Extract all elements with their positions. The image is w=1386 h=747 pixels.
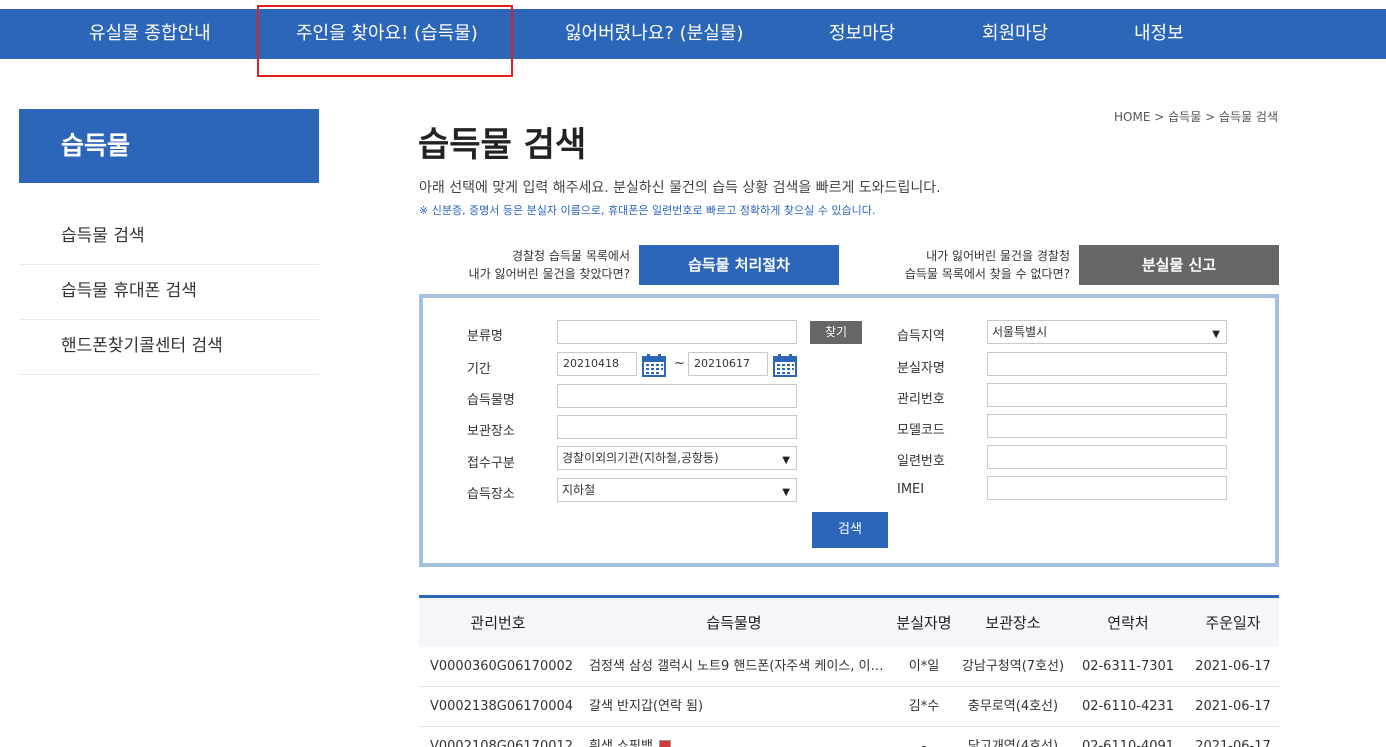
nav-item-lost-items[interactable]: 잃어버렸나요? (분실물) bbox=[565, 9, 743, 59]
find-category-button[interactable]: 찾기 bbox=[810, 321, 862, 344]
guide-left-line1: 경찰청 습득물 목록에서 bbox=[511, 249, 630, 263]
sidebar-menu: 습득물 검색 습득물 휴대폰 검색 핸드폰찾기콜센터 검색 bbox=[19, 210, 319, 375]
row-item-name[interactable]: 흰색 쇼핑백 bbox=[589, 739, 653, 747]
sidebar-title: 습득물 bbox=[19, 109, 319, 183]
row-id: V0000360G06170002 bbox=[430, 659, 574, 674]
calendar-icon[interactable] bbox=[642, 353, 666, 377]
row-storage: 강남구청역(7호선) bbox=[961, 659, 1065, 674]
receipt-type-select[interactable]: 경찰이외의기관(지하철,공항등) ▼ bbox=[557, 446, 797, 470]
loser-name-input[interactable] bbox=[987, 352, 1227, 376]
search-form: 분류명 찾기 기간 20210418 ~ 20210617 습득물명 보관장소 … bbox=[419, 294, 1279, 567]
column-header-id: 관리번호 bbox=[470, 614, 526, 632]
date-separator: ~ bbox=[674, 356, 685, 371]
imei-input[interactable] bbox=[987, 476, 1227, 500]
category-input[interactable] bbox=[557, 320, 797, 344]
region-select[interactable]: 서울특별시 ▼ bbox=[987, 320, 1227, 344]
period-label: 기간 bbox=[467, 362, 491, 377]
column-header-owner: 분실자명 bbox=[896, 614, 952, 632]
column-header-name: 습득물명 bbox=[706, 614, 762, 632]
breadcrumb-level1[interactable]: 습득물 bbox=[1168, 108, 1201, 125]
breadcrumb-level2: 습득물 검색 bbox=[1218, 110, 1278, 124]
nav-item-overview[interactable]: 유실물 종합안내 bbox=[89, 9, 211, 59]
row-item-name[interactable]: 검정색 삼성 갤럭시 노트9 핸드폰(자주색 케이스, 이어폰 포함) bbox=[579, 647, 889, 687]
photo-icon bbox=[658, 740, 671, 747]
column-header-date: 주운일자 bbox=[1205, 614, 1261, 632]
page-description: 아래 선택에 맞게 입력 해주세요. 분실하신 물건의 습득 상황 검색을 빠르… bbox=[419, 180, 941, 196]
model-code-label: 모델코드 bbox=[897, 423, 945, 438]
management-number-input[interactable] bbox=[987, 383, 1227, 407]
process-procedure-button[interactable]: 습득물 처리절차 bbox=[639, 245, 839, 285]
breadcrumb-separator: > bbox=[1154, 110, 1165, 124]
found-place-select[interactable]: 지하철 ▼ bbox=[557, 478, 797, 502]
table-row[interactable]: V0000360G06170002 검정색 삼성 갤럭시 노트9 핸드폰(자주색… bbox=[419, 647, 1279, 687]
breadcrumb: HOME > 습득물 > 습득물 검색 bbox=[1114, 108, 1278, 125]
table-row[interactable]: V0002138G06170004 갈색 반지갑(연락 됨) 김*수 충무로역(… bbox=[419, 687, 1279, 727]
row-phone: 02-6311-7301 bbox=[1081, 659, 1175, 674]
row-phone: 02-6110-4231 bbox=[1081, 699, 1175, 714]
row-item-name-cell[interactable]: 흰색 쇼핑백 bbox=[579, 727, 889, 747]
sidebar-item-callcenter-search[interactable]: 핸드폰찾기콜센터 검색 bbox=[19, 320, 319, 375]
search-button[interactable]: 검색 bbox=[812, 512, 888, 548]
breadcrumb-home[interactable]: HOME bbox=[1114, 110, 1150, 124]
chevron-down-icon: ▼ bbox=[782, 455, 790, 466]
nav-item-my-info[interactable]: 내정보 bbox=[1134, 9, 1184, 59]
results-table: 관리번호 습득물명 분실자명 보관장소 연락처 주운일자 V0000360G06… bbox=[419, 595, 1279, 747]
loser-name-label: 분실자명 bbox=[897, 361, 945, 376]
row-storage: 충무로역(4호선) bbox=[967, 699, 1059, 714]
row-id: V0002108G06170012 bbox=[430, 739, 574, 747]
row-phone: 02-6110-4091 bbox=[1081, 739, 1175, 747]
guide-right-line1: 내가 잃어버린 물건을 경찰청 bbox=[926, 249, 1070, 263]
chevron-down-icon: ▼ bbox=[1212, 329, 1220, 340]
guide-text-right: 내가 잃어버린 물건을 경찰청 습득물 목록에서 찾을 수 없다면? bbox=[860, 247, 1070, 283]
category-label: 분류명 bbox=[467, 329, 503, 344]
nav-item-found-items[interactable]: 주인을 찾아요! (습득물) bbox=[296, 9, 478, 59]
region-label: 습득지역 bbox=[897, 329, 945, 344]
model-code-input[interactable] bbox=[987, 414, 1227, 438]
storage-input[interactable] bbox=[557, 415, 797, 439]
receipt-type-label: 접수구분 bbox=[467, 456, 515, 471]
column-header-storage: 보관장소 bbox=[985, 614, 1041, 632]
guide-right-line2: 습득물 목록에서 찾을 수 없다면? bbox=[904, 267, 1070, 281]
nav-item-info[interactable]: 정보마당 bbox=[829, 9, 895, 59]
page-note: ※ 신분증, 증명서 등은 분실자 이름으로, 휴대폰은 일련번호로 빠르고 정… bbox=[419, 204, 876, 217]
page-title: 습득물 검색 bbox=[418, 125, 587, 165]
calendar-icon[interactable] bbox=[773, 353, 797, 377]
row-item-name[interactable]: 갈색 반지갑(연락 됨) bbox=[579, 687, 889, 727]
region-value: 서울특별시 bbox=[992, 325, 1048, 339]
found-place-label: 습득장소 bbox=[467, 487, 515, 502]
date-from-input[interactable]: 20210418 bbox=[557, 352, 637, 376]
sidebar-item-phone-search[interactable]: 습득물 휴대폰 검색 bbox=[19, 265, 319, 320]
row-owner: 김*수 bbox=[908, 699, 940, 714]
chevron-down-icon: ▼ bbox=[782, 487, 790, 498]
storage-label: 보관장소 bbox=[467, 424, 515, 439]
serial-number-input[interactable] bbox=[987, 445, 1227, 469]
guide-text-left: 경찰청 습득물 목록에서 내가 잃어버린 물건을 찾았다면? bbox=[420, 247, 630, 283]
receipt-type-value: 경찰이외의기관(지하철,공항등) bbox=[562, 451, 719, 465]
top-navigation: 유실물 종합안내 주인을 찾아요! (습득물) 잃어버렸나요? (분실물) 정보… bbox=[0, 5, 1386, 77]
row-date: 2021-06-17 bbox=[1195, 739, 1271, 747]
row-owner: - bbox=[921, 739, 927, 747]
nav-item-members[interactable]: 회원마당 bbox=[982, 9, 1048, 59]
row-storage: 당고개역(4호선) bbox=[967, 739, 1059, 747]
management-number-label: 관리번호 bbox=[897, 392, 945, 407]
sidebar-item-found-search[interactable]: 습득물 검색 bbox=[19, 210, 319, 265]
row-owner: 이*일 bbox=[908, 659, 940, 674]
row-date: 2021-06-17 bbox=[1195, 699, 1271, 714]
guide-left-line2: 내가 잃어버린 물건을 찾았다면? bbox=[468, 267, 630, 281]
found-place-value: 지하철 bbox=[562, 483, 596, 497]
serial-number-label: 일련번호 bbox=[897, 454, 945, 469]
row-id: V0002138G06170004 bbox=[430, 699, 574, 714]
item-name-label: 습득물명 bbox=[467, 393, 515, 408]
row-date: 2021-06-17 bbox=[1195, 659, 1271, 674]
item-name-input[interactable] bbox=[557, 384, 797, 408]
breadcrumb-separator: > bbox=[1205, 110, 1216, 124]
report-lost-button[interactable]: 분실물 신고 bbox=[1079, 245, 1279, 285]
table-header: 관리번호 습득물명 분실자명 보관장소 연락처 주운일자 bbox=[419, 595, 1279, 647]
imei-label: IMEI bbox=[897, 482, 925, 497]
column-header-phone: 연락처 bbox=[1107, 614, 1149, 632]
table-row[interactable]: V0002108G06170012 흰색 쇼핑백 - 당고개역(4호선) 02-… bbox=[419, 727, 1279, 747]
date-to-input[interactable]: 20210617 bbox=[688, 352, 768, 376]
